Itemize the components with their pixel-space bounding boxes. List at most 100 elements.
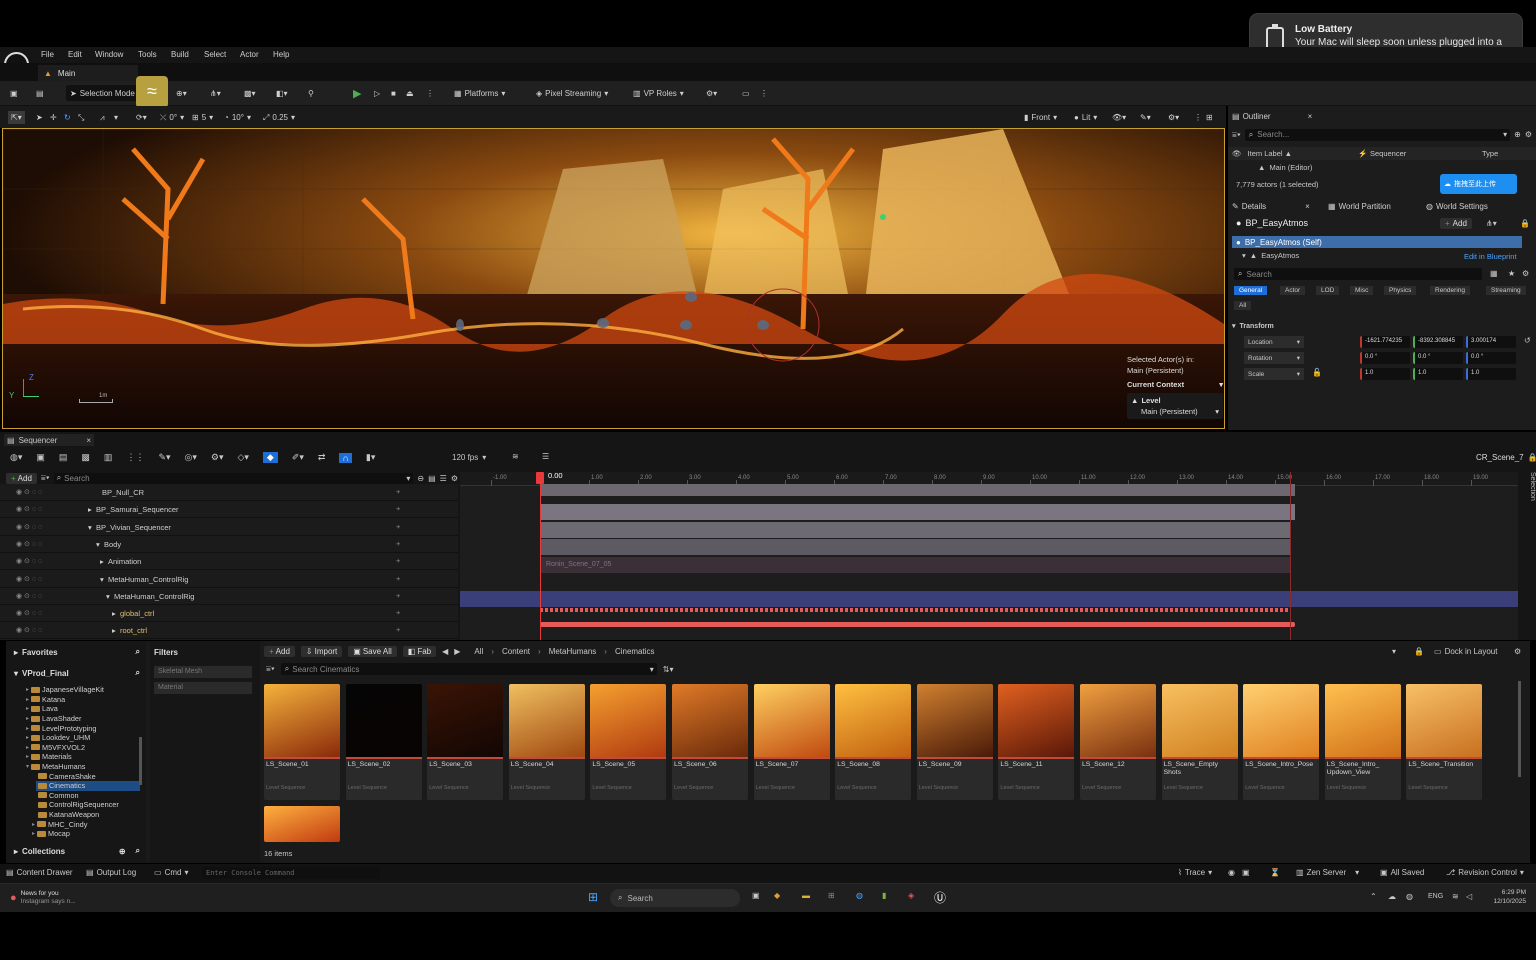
transform-mode-dropdown[interactable]: ⇱▾ <box>8 111 25 124</box>
search-icon-6[interactable]: ⌕ <box>136 846 140 856</box>
tab-main[interactable]: ▲ Main <box>38 65 138 81</box>
show-icon[interactable]: 👁▾ <box>1112 111 1126 124</box>
move-icon[interactable]: ✛ <box>50 111 57 124</box>
language-indicator[interactable]: ENG <box>1428 893 1443 900</box>
expand-icon[interactable]: ▸ <box>100 557 104 566</box>
add-key-icon[interactable]: + <box>396 504 400 513</box>
self-row[interactable]: ● BP_EasyAtmos (Self) <box>1232 236 1522 248</box>
expand-icon[interactable]: ▸ <box>112 609 116 618</box>
prop-label-dropdown[interactable]: Rotation ▾ <box>1244 352 1304 364</box>
asset-tile[interactable]: LS_Scene_09 Level Sequence <box>916 684 993 800</box>
filter-streaming[interactable]: Streaming <box>1486 286 1526 295</box>
add-track-button[interactable]: + Add <box>6 472 37 484</box>
menu-help[interactable]: Help <box>273 50 289 59</box>
play-button[interactable]: ▶ <box>353 87 361 100</box>
select-icon[interactable]: ➤ <box>36 111 43 124</box>
menu-actor[interactable]: Actor <box>240 50 259 59</box>
scale-icon[interactable]: ⤡ <box>78 111 84 124</box>
folder-item[interactable]: ▸ LavaShader <box>26 714 81 724</box>
folder-item[interactable]: ▾ MetaHumans <box>26 762 85 772</box>
save-icon[interactable]: ▣ <box>10 87 18 100</box>
section-null-cr[interactable] <box>540 484 1295 496</box>
selection-side-tab[interactable]: Selection <box>1520 472 1536 532</box>
list-icon[interactable]: ☰ <box>440 474 447 483</box>
folder-item[interactable]: ControlRigSequencer <box>36 800 119 810</box>
filter-all[interactable]: All <box>1234 301 1252 310</box>
filter-general[interactable]: General <box>1234 286 1268 295</box>
filter-icon-2[interactable]: ⩸▾ <box>41 473 50 483</box>
asset-tile[interactable]: LS_Scene_02 Level Sequence <box>345 684 422 800</box>
track-row[interactable]: ◉ ⊙ ◌ ◌ ▸ Animation + <box>0 553 458 571</box>
folder-item[interactable]: Common <box>36 791 79 801</box>
taskbar-search-input[interactable]: ⌕ Search <box>610 889 740 907</box>
record-icon[interactable]: ◉ <box>1228 868 1235 877</box>
display-icon[interactable]: ▭ <box>742 87 750 100</box>
app-icon-1[interactable]: ◆ <box>774 891 780 900</box>
edge-icon[interactable]: ◍ <box>856 891 863 900</box>
close-icon-seq[interactable]: × <box>86 436 94 445</box>
blueprint-icon[interactable]: ⋔▾ <box>210 87 221 100</box>
folder-item[interactable]: KatanaWeapon <box>36 810 99 820</box>
add-key-icon[interactable]: + <box>396 487 400 496</box>
asset-tile[interactable]: LS_Scene_04 Level Sequence <box>508 684 585 800</box>
add-component-button[interactable]: + Add <box>1440 218 1472 229</box>
zen-server-dropdown[interactable]: ▥ Zen Server ▾ <box>1296 868 1359 877</box>
asset-tile[interactable]: LS_Scene_Empty Shots Level Sequence <box>1161 684 1238 800</box>
blueprint-options-icon[interactable]: ⋔▾ <box>1486 219 1497 228</box>
snap-options-icon[interactable]: ▮▾ <box>366 452 375 463</box>
asset-tile[interactable]: LS_Scene_03 Level Sequence <box>427 684 504 800</box>
more-icon-2[interactable]: ⋮ <box>760 87 768 100</box>
timeline-area[interactable]: -1.00 1.00 2.00 3.00 4.00 5.00 6.00 7.00 8.00 9.0… <box>460 472 1518 640</box>
folder-item[interactable]: ▸ Katana <box>26 695 65 705</box>
track-row[interactable]: ◉ ⊙ ◌ ◌ ▾ MetaHuman_ControlRig + <box>0 588 458 605</box>
section-animation-clip[interactable]: Ronin_Scene_07_05 <box>540 557 1290 573</box>
asset-tile[interactable]: LS_Scene_08 Level Sequence <box>835 684 912 800</box>
wifi-icon[interactable]: ≋ <box>1452 892 1459 901</box>
chevron-up-icon[interactable]: ⌃ <box>1370 892 1377 901</box>
tab-world-settings[interactable]: ◍ World Settings <box>1426 199 1488 213</box>
asset-tile[interactable]: LS_Scene_Transition Level Sequence <box>1406 684 1483 800</box>
menu-select[interactable]: Select <box>204 50 226 59</box>
reset-icon[interactable]: ↺ <box>1524 336 1531 345</box>
options-icon[interactable]: ⚙▾ <box>211 452 224 463</box>
asset-tile[interactable]: LS_Scene_Intro_Pose Level Sequence <box>1243 684 1320 800</box>
level-viewport[interactable]: Z Y 1m Selected Actor(s) in: Main (Persi… <box>2 128 1225 429</box>
table-view-icon[interactable]: ▦ <box>1490 269 1498 278</box>
prop-label-dropdown[interactable]: Location ▾ <box>1244 336 1304 348</box>
realtime-icon[interactable]: ✎▾ <box>1140 111 1151 124</box>
revision-control-dropdown[interactable]: ⎇ Revision Control ▾ <box>1446 868 1524 877</box>
track-visibility-icons[interactable]: ◉ ⊙ ◌ ◌ <box>16 626 42 634</box>
render-icon[interactable]: ▩ <box>81 452 90 463</box>
filter-actor[interactable]: Actor <box>1280 286 1306 295</box>
hourglass-icon[interactable]: ⌛ <box>1270 868 1280 877</box>
playback-icon[interactable]: ◎▾ <box>185 452 197 463</box>
add-key-icon[interactable]: + <box>396 608 400 617</box>
task-view-icon[interactable]: ▣ <box>752 891 760 900</box>
unreal-taskbar-icon[interactable]: Ⓤ <box>934 889 946 906</box>
filter-material[interactable]: Material <box>154 682 252 694</box>
asset-tile[interactable]: LS_Scene_01 Level Sequence <box>264 684 340 800</box>
context-level-box[interactable]: ▲ Level Main (Persistent) ▾ <box>1127 393 1223 419</box>
filter-physics[interactable]: Physics <box>1384 286 1417 295</box>
rotation-snap[interactable]: ◔ 10° ▾ <box>224 111 251 124</box>
prop-value-y[interactable]: 1.0 <box>1413 368 1463 380</box>
filter-icon[interactable]: ⩸▾ <box>1232 130 1241 140</box>
track-row[interactable]: ◉ ⊙ ◌ ◌ ▸ root_ctrl + <box>0 622 458 640</box>
search-icon-5[interactable]: ⌕ <box>136 668 140 678</box>
platforms-dropdown[interactable]: ▦ Platforms ▾ <box>454 87 505 100</box>
col-sequencer[interactable]: Sequencer <box>1370 149 1406 158</box>
track-visibility-icons[interactable]: ◉ ⊙ ◌ ◌ <box>16 540 42 548</box>
add-key-icon[interactable]: + <box>396 522 400 531</box>
asset-tile[interactable]: LS_Scene_Intro_ Updown_View Level Sequenc… <box>1324 684 1401 800</box>
clock[interactable]: 6:29 PM 12/10/2025 <box>1488 888 1526 906</box>
modes-icon[interactable]: ◧▾ <box>276 87 288 100</box>
store-icon[interactable]: ⊞ <box>828 891 835 900</box>
track-row[interactable]: ◉ ⊙ ◌ ◌ ▾ BP_Vivian_Sequencer + <box>0 519 458 536</box>
prop-value-x[interactable]: -1621.774235 <box>1360 336 1410 348</box>
favorites-header[interactable]: ▸ Favorites ⌕ <box>14 647 140 657</box>
scale-snap[interactable]: ⤢ 0.25 ▾ <box>263 111 295 124</box>
transform-section[interactable]: ▾ Transform <box>1232 322 1274 331</box>
output-log-button[interactable]: ▤ Output Log <box>86 868 136 877</box>
section-body[interactable] <box>540 539 1290 555</box>
track-row[interactable]: ◉ ⊙ ◌ ◌ ▸ global_ctrl + <box>0 605 458 623</box>
